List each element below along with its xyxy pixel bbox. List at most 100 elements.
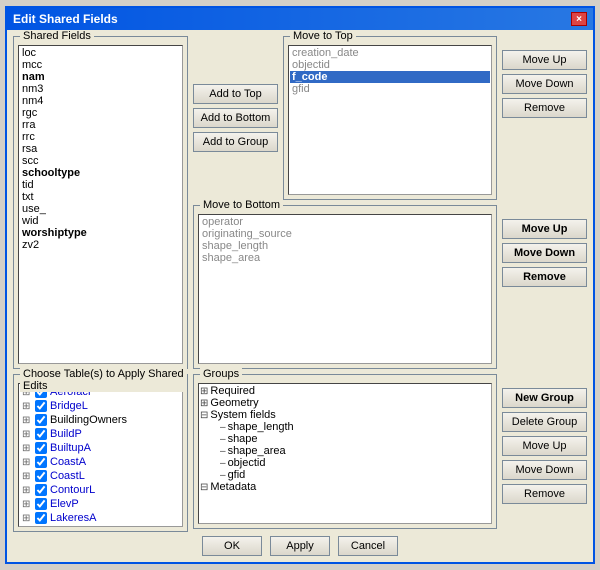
shared-fields-item[interactable]: nm3 — [20, 83, 181, 95]
shared-fields-list[interactable]: locmccnamnm3nm4rgcrrarrcrsasccschooltype… — [18, 45, 183, 364]
group-item[interactable]: –gfid — [200, 469, 490, 481]
shared-fields-item[interactable]: tid — [20, 179, 181, 191]
shared-fields-item[interactable]: worshiptype — [20, 227, 181, 239]
expand-icon[interactable]: ⊞ — [22, 457, 32, 468]
table-name: ElevP — [50, 498, 79, 510]
table-checkbox[interactable] — [35, 428, 47, 440]
shared-fields-item[interactable]: nm4 — [20, 95, 181, 107]
shared-fields-item[interactable]: zv2 — [20, 239, 181, 251]
table-name: LakeresA — [50, 512, 96, 524]
move-up-middle-button[interactable]: Move Up — [502, 219, 587, 239]
close-button[interactable]: × — [571, 12, 587, 26]
shared-fields-item[interactable]: nam — [20, 71, 181, 83]
group-item[interactable]: –shape_length — [200, 421, 490, 433]
table-item[interactable]: ⊞ ElevP — [20, 497, 181, 511]
add-to-top-button[interactable]: Add to Top — [193, 84, 278, 104]
table-checkbox[interactable] — [35, 498, 47, 510]
shared-fields-item[interactable]: rgc — [20, 107, 181, 119]
group-item[interactable]: ⊞Required — [200, 385, 490, 397]
move-to-top-item[interactable]: objectid — [290, 59, 490, 71]
cancel-button[interactable]: Cancel — [338, 536, 398, 556]
expand-icon[interactable]: ⊞ — [22, 401, 32, 412]
remove-bottom-button[interactable]: Remove — [502, 484, 587, 504]
shared-fields-item[interactable]: txt — [20, 191, 181, 203]
apply-button[interactable]: Apply — [270, 536, 330, 556]
move-to-bottom-item[interactable]: originating_source — [200, 228, 490, 240]
tree-expand-icon[interactable]: – — [220, 422, 226, 433]
shared-fields-item[interactable]: mcc — [20, 59, 181, 71]
table-item[interactable]: ⊞ BuildingOwners — [20, 413, 181, 427]
remove-top-button[interactable]: Remove — [502, 98, 587, 118]
move-to-top-item[interactable]: f_code — [290, 71, 490, 83]
tables-list[interactable]: ⊞AerofacP⊞BridgeL⊞BuildingOwners⊞BuildP⊞… — [18, 383, 183, 527]
move-to-top-label: Move to Top — [290, 30, 356, 42]
group-item[interactable]: –shape_area — [200, 445, 490, 457]
group-item[interactable]: ⊞Geometry — [200, 397, 490, 409]
tree-expand-icon[interactable]: ⊟ — [200, 410, 208, 421]
group-name: shape_area — [228, 445, 286, 457]
tree-expand-icon[interactable]: ⊟ — [200, 482, 208, 493]
expand-icon[interactable]: ⊞ — [22, 485, 32, 496]
shared-fields-item[interactable]: loc — [20, 47, 181, 59]
move-to-bottom-item[interactable]: shape_length — [200, 240, 490, 252]
tree-expand-icon[interactable]: ⊞ — [200, 386, 208, 397]
new-group-button[interactable]: New Group — [502, 388, 587, 408]
move-up-bottom-button[interactable]: Move Up — [502, 436, 587, 456]
add-to-group-button[interactable]: Add to Group — [193, 132, 278, 152]
expand-icon[interactable]: ⊞ — [22, 429, 32, 440]
group-name: objectid — [228, 457, 266, 469]
table-item[interactable]: ⊞BuildP — [20, 427, 181, 441]
table-item[interactable]: ⊞ContourL — [20, 483, 181, 497]
groups-list[interactable]: ⊞Required⊞Geometry⊟System fields–shape_l… — [198, 383, 492, 524]
move-down-bottom-button[interactable]: Move Down — [502, 460, 587, 480]
shared-fields-item[interactable]: wid — [20, 215, 181, 227]
move-up-top-button[interactable]: Move Up — [502, 50, 587, 70]
table-item[interactable]: ⊞CoastA — [20, 455, 181, 469]
group-item[interactable]: ⊟System fields — [200, 409, 490, 421]
move-to-bottom-list[interactable]: operatororiginating_sourceshape_lengthsh… — [198, 214, 492, 364]
move-to-top-item[interactable]: creation_date — [290, 47, 490, 59]
shared-fields-item[interactable]: schooltype — [20, 167, 181, 179]
tree-expand-icon[interactable]: – — [220, 458, 226, 469]
shared-fields-item[interactable]: scc — [20, 155, 181, 167]
move-down-top-button[interactable]: Move Down — [502, 74, 587, 94]
expand-icon[interactable]: ⊞ — [22, 415, 32, 426]
group-name: Metadata — [210, 481, 256, 493]
tree-expand-icon[interactable]: ⊞ — [200, 398, 208, 409]
remove-middle-button[interactable]: Remove — [502, 267, 587, 287]
shared-fields-item[interactable]: rra — [20, 119, 181, 131]
move-to-top-item[interactable]: gfid — [290, 83, 490, 95]
expand-icon[interactable]: ⊞ — [22, 513, 32, 524]
shared-fields-item[interactable]: rrc — [20, 131, 181, 143]
table-checkbox[interactable] — [35, 414, 47, 426]
group-item[interactable]: ⊟Metadata — [200, 481, 490, 493]
shared-fields-item[interactable]: use_ — [20, 203, 181, 215]
table-item[interactable]: ⊞CoastL — [20, 469, 181, 483]
move-down-middle-button[interactable]: Move Down — [502, 243, 587, 263]
delete-group-button[interactable]: Delete Group — [502, 412, 587, 432]
ok-button[interactable]: OK — [202, 536, 262, 556]
table-item[interactable]: ⊞BuiltupA — [20, 441, 181, 455]
group-item[interactable]: –objectid — [200, 457, 490, 469]
table-checkbox[interactable] — [35, 484, 47, 496]
move-to-bottom-item[interactable]: shape_area — [200, 252, 490, 264]
expand-icon[interactable]: ⊞ — [22, 471, 32, 482]
table-checkbox[interactable] — [35, 456, 47, 468]
expand-icon[interactable]: ⊞ — [22, 443, 32, 454]
table-name: BuildingOwners — [50, 414, 127, 426]
table-checkbox[interactable] — [35, 512, 47, 524]
add-to-bottom-button[interactable]: Add to Bottom — [193, 108, 278, 128]
group-item[interactable]: –shape — [200, 433, 490, 445]
table-item[interactable]: ⊞BridgeL — [20, 399, 181, 413]
tree-expand-icon[interactable]: – — [220, 434, 226, 445]
tree-expand-icon[interactable]: – — [220, 470, 226, 481]
expand-icon[interactable]: ⊞ — [22, 499, 32, 510]
move-to-bottom-item[interactable]: operator — [200, 216, 490, 228]
tree-expand-icon[interactable]: – — [220, 446, 226, 457]
table-checkbox[interactable] — [35, 470, 47, 482]
shared-fields-item[interactable]: rsa — [20, 143, 181, 155]
table-checkbox[interactable] — [35, 400, 47, 412]
table-checkbox[interactable] — [35, 442, 47, 454]
move-to-top-list[interactable]: creation_dateobjectidf_codegfid — [288, 45, 492, 195]
table-item[interactable]: ⊞ LakeresA — [20, 511, 181, 525]
